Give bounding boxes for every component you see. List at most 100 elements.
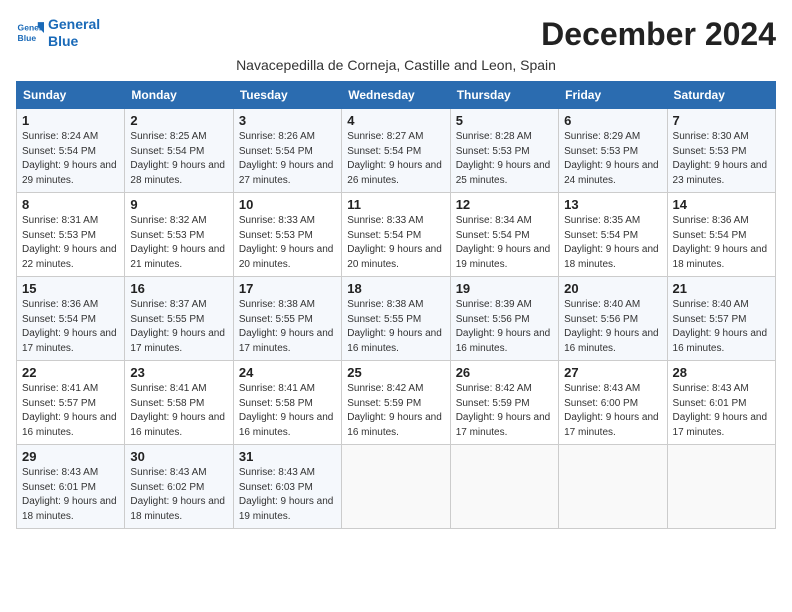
calendar-cell: 8 Sunrise: 8:31 AMSunset: 5:53 PMDaylight… [17,193,125,277]
calendar-week-1: 1Sunrise: 8:24 AMSunset: 5:54 PMDaylight… [17,109,776,193]
location-subtitle: Navacepedilla de Corneja, Castille and L… [16,57,776,73]
day-detail: Sunrise: 8:36 AMSunset: 5:54 PMDaylight:… [22,299,117,354]
day-detail: Sunrise: 8:40 AMSunset: 5:57 PMDaylight:… [673,299,768,354]
day-detail: Sunrise: 8:42 AMSunset: 5:59 PMDaylight:… [347,383,442,438]
calendar-cell [342,445,450,529]
calendar-week-5: 29 Sunrise: 8:43 AMSunset: 6:01 PMDayligh… [17,445,776,529]
calendar-cell [559,445,667,529]
day-detail: Sunrise: 8:38 AMSunset: 5:55 PMDaylight:… [239,299,334,354]
day-number: 17 [239,281,336,296]
calendar-week-3: 15 Sunrise: 8:36 AMSunset: 5:54 PMDayligh… [17,277,776,361]
day-number: 20 [564,281,661,296]
day-number: 11 [347,197,444,212]
calendar-cell: 2 Sunrise: 8:25 AMSunset: 5:54 PMDaylight… [125,109,233,193]
day-detail: Sunrise: 8:31 AMSunset: 5:53 PMDaylight:… [22,215,117,270]
day-number: 14 [673,197,770,212]
day-number: 31 [239,449,336,464]
logo: General Blue General Blue [16,16,100,50]
svg-text:Blue: Blue [18,33,37,43]
day-number: 13 [564,197,661,212]
logo-text-blue: Blue [48,33,100,50]
day-number: 30 [130,449,227,464]
calendar-cell: 5Sunrise: 8:28 AMSunset: 5:53 PMDaylight… [450,109,558,193]
day-number: 27 [564,365,661,380]
day-detail: Sunrise: 8:43 AMSunset: 6:01 PMDaylight:… [22,467,117,522]
day-number: 22 [22,365,119,380]
day-detail: Sunrise: 8:43 AMSunset: 6:03 PMDaylight:… [239,467,334,522]
day-number: 21 [673,281,770,296]
day-detail: Sunrise: 8:37 AMSunset: 5:55 PMDaylight:… [130,299,225,354]
day-detail: Sunrise: 8:35 AMSunset: 5:54 PMDaylight:… [564,215,659,270]
logo-icon: General Blue [16,19,44,47]
day-number: 3 [239,113,336,128]
calendar-week-4: 22Sunrise: 8:41 AMSunset: 5:57 PMDayligh… [17,361,776,445]
calendar-cell: 6 Sunrise: 8:29 AMSunset: 5:53 PMDaylight… [559,109,667,193]
col-header-tuesday: Tuesday [233,82,341,109]
calendar-cell: 20 Sunrise: 8:40 AMSunset: 5:56 PMDayligh… [559,277,667,361]
day-detail: Sunrise: 8:29 AMSunset: 5:53 PMDaylight:… [564,131,659,186]
day-number: 10 [239,197,336,212]
day-number: 16 [130,281,227,296]
day-detail: Sunrise: 8:39 AMSunset: 5:56 PMDaylight:… [456,299,551,354]
calendar-cell: 7Sunrise: 8:30 AMSunset: 5:53 PMDaylight… [667,109,775,193]
calendar-cell: 9 Sunrise: 8:32 AMSunset: 5:53 PMDaylight… [125,193,233,277]
day-number: 6 [564,113,661,128]
calendar-cell: 12 Sunrise: 8:34 AMSunset: 5:54 PMDayligh… [450,193,558,277]
calendar-cell: 10 Sunrise: 8:33 AMSunset: 5:53 PMDayligh… [233,193,341,277]
day-detail: Sunrise: 8:27 AMSunset: 5:54 PMDaylight:… [347,131,442,186]
day-detail: Sunrise: 8:40 AMSunset: 5:56 PMDaylight:… [564,299,659,354]
calendar-cell: 19 Sunrise: 8:39 AMSunset: 5:56 PMDayligh… [450,277,558,361]
day-number: 9 [130,197,227,212]
day-number: 2 [130,113,227,128]
calendar-cell: 11Sunrise: 8:33 AMSunset: 5:54 PMDayligh… [342,193,450,277]
day-number: 24 [239,365,336,380]
col-header-thursday: Thursday [450,82,558,109]
day-detail: Sunrise: 8:43 AMSunset: 6:02 PMDaylight:… [130,467,225,522]
day-detail: Sunrise: 8:41 AMSunset: 5:58 PMDaylight:… [239,383,334,438]
calendar-table: SundayMondayTuesdayWednesdayThursdayFrid… [16,81,776,529]
calendar-cell: 27Sunrise: 8:43 AMSunset: 6:00 PMDayligh… [559,361,667,445]
page-header: General Blue General Blue December 2024 [16,16,776,53]
day-detail: Sunrise: 8:25 AMSunset: 5:54 PMDaylight:… [130,131,225,186]
calendar-cell: 23Sunrise: 8:41 AMSunset: 5:58 PMDayligh… [125,361,233,445]
day-number: 19 [456,281,553,296]
day-number: 4 [347,113,444,128]
col-header-friday: Friday [559,82,667,109]
day-number: 5 [456,113,553,128]
calendar-cell: 30 Sunrise: 8:43 AMSunset: 6:02 PMDayligh… [125,445,233,529]
day-detail: Sunrise: 8:43 AMSunset: 6:01 PMDaylight:… [673,383,768,438]
calendar-cell: 15 Sunrise: 8:36 AMSunset: 5:54 PMDayligh… [17,277,125,361]
calendar-cell: 31 Sunrise: 8:43 AMSunset: 6:03 PMDayligh… [233,445,341,529]
calendar-cell: 3Sunrise: 8:26 AMSunset: 5:54 PMDaylight… [233,109,341,193]
day-detail: Sunrise: 8:38 AMSunset: 5:55 PMDaylight:… [347,299,442,354]
calendar-cell: 22Sunrise: 8:41 AMSunset: 5:57 PMDayligh… [17,361,125,445]
col-header-sunday: Sunday [17,82,125,109]
calendar-cell: 28Sunrise: 8:43 AMSunset: 6:01 PMDayligh… [667,361,775,445]
day-number: 29 [22,449,119,464]
calendar-cell: 25 Sunrise: 8:42 AMSunset: 5:59 PMDayligh… [342,361,450,445]
calendar-cell [450,445,558,529]
calendar-cell: 26Sunrise: 8:42 AMSunset: 5:59 PMDayligh… [450,361,558,445]
day-detail: Sunrise: 8:34 AMSunset: 5:54 PMDaylight:… [456,215,551,270]
calendar-cell: 24 Sunrise: 8:41 AMSunset: 5:58 PMDayligh… [233,361,341,445]
calendar-cell: 17 Sunrise: 8:38 AMSunset: 5:55 PMDayligh… [233,277,341,361]
day-number: 23 [130,365,227,380]
month-title: December 2024 [541,16,776,53]
day-detail: Sunrise: 8:33 AMSunset: 5:53 PMDaylight:… [239,215,334,270]
day-detail: Sunrise: 8:32 AMSunset: 5:53 PMDaylight:… [130,215,225,270]
day-number: 26 [456,365,553,380]
day-detail: Sunrise: 8:30 AMSunset: 5:53 PMDaylight:… [673,131,768,186]
calendar-cell: 13 Sunrise: 8:35 AMSunset: 5:54 PMDayligh… [559,193,667,277]
day-detail: Sunrise: 8:36 AMSunset: 5:54 PMDaylight:… [673,215,768,270]
day-number: 15 [22,281,119,296]
day-number: 8 [22,197,119,212]
day-number: 12 [456,197,553,212]
calendar-cell: 1Sunrise: 8:24 AMSunset: 5:54 PMDaylight… [17,109,125,193]
calendar-cell: 16 Sunrise: 8:37 AMSunset: 5:55 PMDayligh… [125,277,233,361]
day-number: 1 [22,113,119,128]
calendar-cell: 29 Sunrise: 8:43 AMSunset: 6:01 PMDayligh… [17,445,125,529]
calendar-cell: 18Sunrise: 8:38 AMSunset: 5:55 PMDayligh… [342,277,450,361]
calendar-week-2: 8 Sunrise: 8:31 AMSunset: 5:53 PMDaylight… [17,193,776,277]
col-header-saturday: Saturday [667,82,775,109]
day-number: 25 [347,365,444,380]
